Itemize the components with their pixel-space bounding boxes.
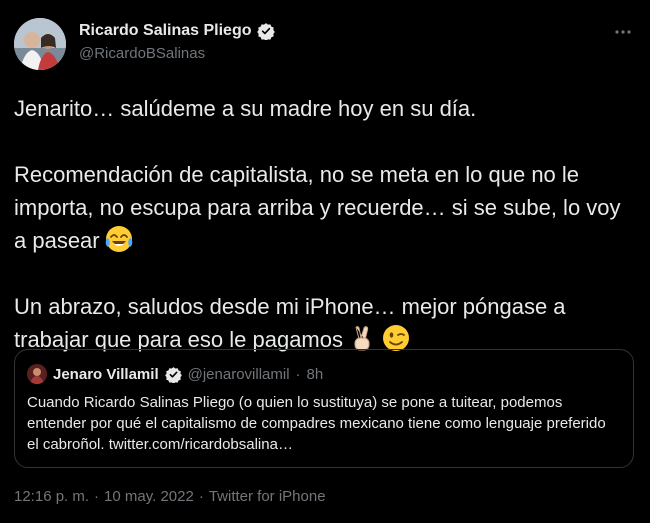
tweet-paragraph: Jenarito… salúdeme a su madre hoy en su … xyxy=(14,92,638,125)
tweet-paragraph: Recomendación de capitalista, no se meta… xyxy=(14,158,638,257)
tweet-time[interactable]: 12:16 p. m. xyxy=(14,488,89,505)
paragraph-text: Un abrazo, saludos desde mi iPhone… mejo… xyxy=(14,294,566,352)
separator: · xyxy=(94,488,100,505)
verified-badge-icon xyxy=(164,366,182,384)
author-name-row[interactable]: Ricardo Salinas Pliego xyxy=(79,22,275,41)
quoted-time[interactable]: 8h xyxy=(307,366,324,383)
paragraph-text: Jenarito… salúdeme a su madre hoy en su … xyxy=(14,96,477,121)
quoted-tweet-text: Cuando Ricardo Salinas Pliego (o quien l… xyxy=(27,394,606,453)
more-horizontal-icon[interactable] xyxy=(612,22,634,42)
quoted-tweet[interactable]: Jenaro Villamil @jenarovillamil · 8h Cua… xyxy=(14,349,634,468)
separator: · xyxy=(198,488,204,505)
tweet: Ricardo Salinas Pliego @RicardoBSalinas … xyxy=(0,0,650,523)
quoted-avatar[interactable] xyxy=(27,364,47,384)
tweet-metadata: 12:16 p. m. · 10 may. 2022 · Twitter for… xyxy=(14,488,326,505)
quoted-handle[interactable]: @jenarovillamil xyxy=(188,366,290,383)
tweet-date[interactable]: 10 may. 2022 xyxy=(104,488,194,505)
face-with-tears-of-joy-icon xyxy=(104,224,134,254)
tweet-text: Jenarito… salúdeme a su madre hoy en su … xyxy=(14,92,638,356)
author-display-name[interactable]: Ricardo Salinas Pliego xyxy=(79,22,252,40)
verified-badge-icon xyxy=(256,22,275,41)
quoted-display-name[interactable]: Jenaro Villamil xyxy=(53,366,159,383)
quoted-tweet-header: Jenaro Villamil @jenarovillamil · 8h xyxy=(27,364,323,384)
avatar[interactable] xyxy=(14,18,66,70)
separator: · xyxy=(295,365,301,383)
author-handle[interactable]: @RicardoBSalinas xyxy=(79,45,205,62)
tweet-paragraph: Un abrazo, saludos desde mi iPhone… mejo… xyxy=(14,290,638,356)
tweet-source: Twitter for iPhone xyxy=(208,488,326,505)
